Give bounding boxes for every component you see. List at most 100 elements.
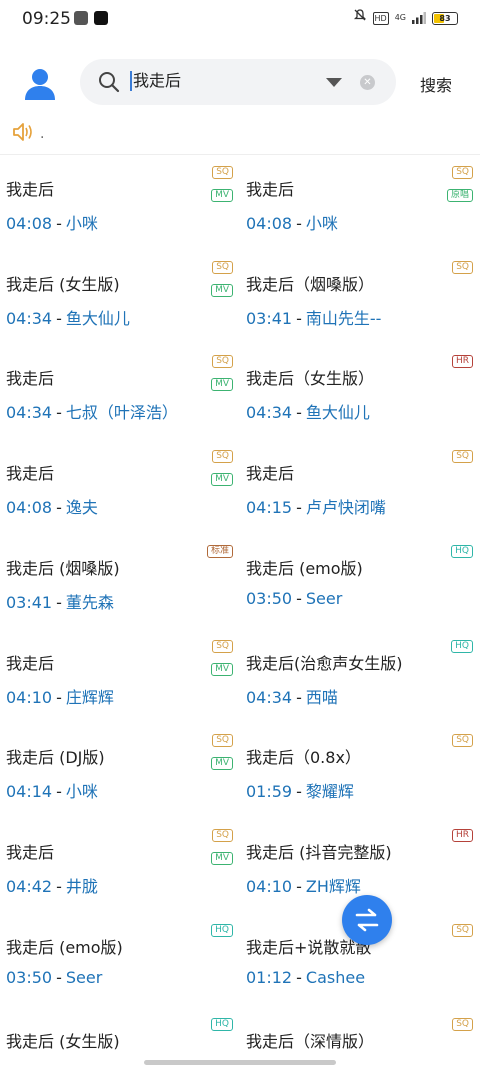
song-artist-link[interactable]: 小咪 bbox=[66, 782, 98, 801]
song-meta: 04:08- 逸夫 bbox=[6, 494, 98, 518]
song-title: 我走后 bbox=[6, 842, 55, 862]
quality-badges: SQ bbox=[452, 260, 473, 274]
song-meta: 04:10- 庄辉辉 bbox=[6, 684, 114, 708]
quality-badge[interactable]: MV bbox=[211, 757, 233, 771]
gallery-app-icon bbox=[74, 11, 88, 25]
song-artist-link[interactable]: 七叔（叶泽浩） bbox=[66, 403, 178, 422]
song-artist-link[interactable]: Seer bbox=[66, 968, 102, 987]
separator: - bbox=[56, 687, 62, 707]
song-title: 我走后 bbox=[6, 464, 55, 484]
song-artist-link[interactable]: 小咪 bbox=[66, 214, 98, 233]
song-title: 我走后（烟嗓版） bbox=[246, 274, 375, 294]
quality-badge: HR bbox=[451, 355, 473, 369]
song-duration: 04:10 bbox=[6, 687, 53, 707]
quality-badge: HQ bbox=[451, 544, 473, 558]
announcement-bar[interactable]: . bbox=[12, 122, 44, 146]
song-item[interactable]: 我走后（深情版） SQ bbox=[240, 1012, 480, 1067]
quality-badge: SQ bbox=[212, 355, 233, 369]
user-avatar-icon[interactable] bbox=[22, 66, 58, 102]
song-item[interactable]: 我走后 (女生版) 04:34- 鱼大仙儿 SQ MV bbox=[0, 255, 240, 350]
quality-badges: SQ MV bbox=[211, 260, 233, 297]
song-item[interactable]: 我走后 (emo版) 03:50- Seer HQ bbox=[0, 918, 240, 1013]
song-title: 我走后 bbox=[246, 464, 295, 484]
song-item[interactable]: 我走后 04:15- 卢卢快闭嘴 SQ bbox=[240, 444, 480, 539]
song-item[interactable]: 我走后 (DJ版) 04:14- 小咪 SQ MV bbox=[0, 728, 240, 823]
separator: - bbox=[296, 403, 302, 423]
song-item[interactable]: 我走后 (女生版) HQ bbox=[0, 1012, 240, 1067]
song-item[interactable]: 我走后 04:34- 七叔（叶泽浩） SQ MV bbox=[0, 349, 240, 444]
song-artist-link[interactable]: 卢卢快闭嘴 bbox=[306, 498, 386, 517]
song-duration: 03:50 bbox=[246, 588, 293, 608]
song-artist-link[interactable]: Seer bbox=[306, 589, 342, 608]
separator: - bbox=[296, 308, 302, 328]
separator: - bbox=[296, 876, 302, 896]
quality-badge[interactable]: MV bbox=[211, 851, 233, 865]
song-meta: 04:08- 小咪 bbox=[6, 210, 98, 234]
separator: - bbox=[296, 498, 302, 518]
speaker-icon bbox=[12, 122, 34, 146]
song-item[interactable]: 我走后 04:10- 庄辉辉 SQ MV bbox=[0, 634, 240, 729]
song-artist-link[interactable]: 黎耀辉 bbox=[306, 782, 354, 801]
quality-badge: SQ bbox=[452, 923, 473, 937]
quality-badges: HR bbox=[451, 828, 473, 842]
song-item[interactable]: 我走后（0.8x） 01:59- 黎耀辉 SQ bbox=[240, 728, 480, 823]
song-item[interactable]: 我走后 (烟嗓版) 03:41- 董先森 标准 bbox=[0, 539, 240, 634]
song-duration: 04:15 bbox=[246, 498, 293, 518]
song-duration: 01:59 bbox=[246, 782, 293, 802]
battery-level: 83 bbox=[439, 13, 451, 23]
song-item[interactable]: 我走后 (emo版) 03:50- Seer HQ bbox=[240, 539, 480, 634]
swap-layout-button[interactable] bbox=[342, 895, 392, 945]
quality-badge: SQ bbox=[452, 450, 473, 464]
song-artist-link[interactable]: 小咪 bbox=[306, 214, 338, 233]
song-artist-link[interactable]: 井胧 bbox=[66, 877, 98, 896]
quality-badges: HQ bbox=[451, 639, 473, 653]
status-time: 09:25 bbox=[22, 9, 71, 29]
song-artist-link[interactable]: 鱼大仙儿 bbox=[306, 403, 370, 422]
network-label: 4G bbox=[394, 13, 406, 22]
quality-badges: SQ MV bbox=[211, 166, 233, 202]
song-item[interactable]: 我走后 04:08- 小咪 SQ 原唱 bbox=[240, 160, 480, 255]
dropdown-arrow-icon[interactable] bbox=[326, 78, 342, 87]
quality-badge: HR bbox=[451, 828, 473, 842]
song-artist-link[interactable]: 庄辉辉 bbox=[66, 688, 114, 707]
song-duration: 03:41 bbox=[6, 592, 53, 612]
quality-badges: SQ MV bbox=[211, 734, 233, 771]
song-title: 我走后（女生版） bbox=[246, 369, 375, 389]
song-duration: 04:34 bbox=[6, 308, 53, 328]
quality-badge[interactable]: MV bbox=[211, 189, 233, 202]
song-artist-link[interactable]: 董先森 bbox=[66, 593, 114, 612]
song-item[interactable]: 我走后 04:42- 井胧 SQ MV bbox=[0, 823, 240, 918]
divider bbox=[0, 154, 480, 155]
swap-arrows-icon bbox=[355, 908, 379, 932]
quality-badge: 原唱 bbox=[446, 189, 473, 202]
song-artist-link[interactable]: ZH辉辉 bbox=[306, 877, 361, 896]
quality-badges: SQ 原唱 bbox=[446, 166, 473, 202]
song-meta: 03:41- 南山先生-- bbox=[246, 305, 381, 329]
song-item[interactable]: 我走后（烟嗓版） 03:41- 南山先生-- SQ bbox=[240, 255, 480, 350]
song-artist-link[interactable]: 西喵 bbox=[306, 688, 338, 707]
search-button[interactable]: 搜索 bbox=[420, 72, 452, 96]
search-icon bbox=[98, 71, 120, 93]
clear-search-icon[interactable]: ✕ bbox=[360, 75, 375, 90]
quality-badge[interactable]: MV bbox=[211, 473, 233, 487]
quality-badge[interactable]: MV bbox=[211, 378, 233, 392]
song-item[interactable]: 我走后（女生版） 04:34- 鱼大仙儿 HR bbox=[240, 349, 480, 444]
quality-badge[interactable]: MV bbox=[211, 283, 233, 297]
song-title: 我走后 (DJ版) bbox=[6, 748, 105, 768]
song-artist-link[interactable]: 鱼大仙儿 bbox=[66, 309, 130, 328]
song-title: 我走后 (emo版) bbox=[6, 937, 123, 957]
song-meta: 04:34- 鱼大仙儿 bbox=[6, 305, 130, 329]
quality-badge: SQ bbox=[212, 166, 233, 179]
separator: - bbox=[56, 967, 62, 987]
song-item[interactable]: 我走后 04:08- 逸夫 SQ MV bbox=[0, 444, 240, 539]
quality-badge[interactable]: MV bbox=[211, 662, 233, 676]
search-bar[interactable]: 我走后 ✕ bbox=[80, 59, 396, 105]
song-item[interactable]: 我走后(治愈声女生版) 04:34- 西喵 HQ bbox=[240, 634, 480, 729]
song-meta: 04:34- 西喵 bbox=[246, 684, 338, 708]
song-artist-link[interactable]: 南山先生-- bbox=[306, 309, 382, 328]
song-artist-link[interactable]: 逸夫 bbox=[66, 498, 98, 517]
song-meta: 04:15- 卢卢快闭嘴 bbox=[246, 494, 386, 518]
song-artist-link[interactable]: Cashee bbox=[306, 968, 365, 987]
search-input[interactable]: 我走后 bbox=[130, 71, 181, 91]
song-item[interactable]: 我走后 04:08- 小咪 SQ MV bbox=[0, 160, 240, 255]
